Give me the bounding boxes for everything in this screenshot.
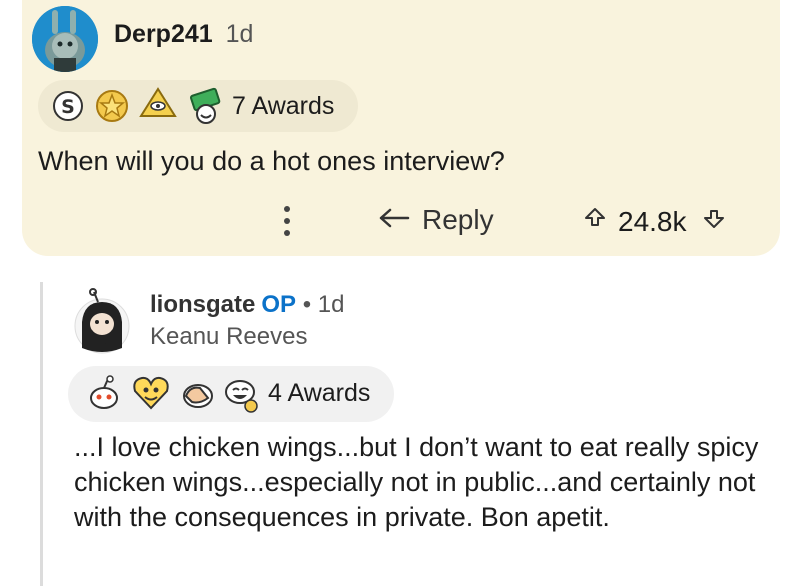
facepalm-award-icon — [183, 384, 213, 408]
money-award-icon — [189, 87, 221, 124]
gold-star-award-icon — [96, 90, 128, 122]
thread-line[interactable] — [40, 282, 43, 586]
silver-s-award-icon: S — [53, 91, 83, 121]
vote-controls: 24.8k — [584, 206, 725, 238]
downvote-icon[interactable] — [703, 207, 725, 229]
username[interactable]: lionsgate — [150, 291, 255, 318]
comment-age: 1d — [225, 20, 254, 48]
reply-label: Reply — [422, 204, 494, 235]
reply-age: 1d — [317, 291, 345, 318]
heart-face-award-icon — [133, 376, 169, 410]
op-badge: OP — [261, 291, 297, 318]
snoo-award-icon — [90, 375, 118, 409]
awards-count: 7 Awards — [232, 92, 335, 120]
reply-arrow-icon — [379, 208, 410, 228]
comment-header: Derp241 1d — [114, 20, 253, 49]
awards-pill[interactable]: 4 Awards — [68, 366, 394, 422]
user-avatar-lionsgate[interactable] — [68, 288, 136, 356]
comment-body: When will you do a hot ones interview? — [38, 146, 505, 176]
separator-dot: • — [302, 291, 312, 318]
svg-text:S: S — [61, 96, 75, 118]
awards-count: 4 Awards — [268, 379, 371, 407]
vote-score: 24.8k — [618, 206, 687, 237]
user-flair: Keanu Reeves — [150, 323, 308, 350]
user-avatar-derp241[interactable] — [32, 6, 98, 72]
upvote-icon[interactable] — [584, 207, 606, 229]
eye-pyramid-award-icon — [139, 87, 177, 117]
reply-button[interactable]: Reply — [378, 204, 494, 244]
more-options-icon[interactable] — [281, 206, 293, 242]
laughing-award-icon — [225, 380, 258, 413]
reply-body: ...I love chicken wings...but I don’t wa… — [74, 432, 759, 532]
username[interactable]: Derp241 — [114, 20, 213, 48]
awards-pill[interactable]: S 7 Awards — [38, 80, 358, 132]
reply-header: lionsgate OP • 1d — [150, 291, 345, 319]
